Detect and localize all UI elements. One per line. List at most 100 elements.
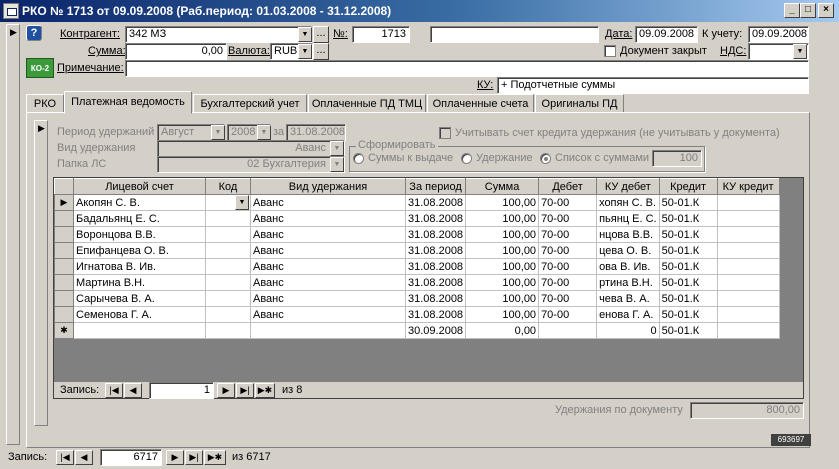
- cell-amount[interactable]: 100,00: [465, 226, 540, 243]
- main-next-record-icon[interactable]: ▶: [166, 450, 184, 465]
- new-record-marker-icon[interactable]: ✱: [54, 322, 74, 339]
- cell-amount[interactable]: 100,00: [465, 210, 540, 227]
- cell-amount[interactable]: 100,00: [465, 274, 540, 291]
- cell-ku-credit[interactable]: [716, 274, 780, 291]
- cell-ku-debit[interactable]: пьянц Е. С.: [596, 210, 660, 227]
- period-year-dropdown-icon[interactable]: ▼: [257, 125, 271, 140]
- maximize-button[interactable]: □: [800, 3, 816, 18]
- cell-code[interactable]: [205, 226, 251, 243]
- main-new-record-icon[interactable]: ▶✱: [204, 450, 226, 465]
- cell-code[interactable]: [205, 210, 251, 227]
- row-selector[interactable]: [54, 274, 74, 291]
- cell-ku-debit[interactable]: енова Г. А.: [596, 306, 660, 323]
- cell-period[interactable]: 31.08.2008: [404, 226, 467, 243]
- table-row[interactable]: Воронцова В.В. Аванс 31.08.2008 100,00 70-00…: [54, 226, 780, 243]
- row-selector[interactable]: ▶: [54, 194, 74, 211]
- cell-amount[interactable]: 100,00: [465, 306, 540, 323]
- help-icon[interactable]: ?: [26, 25, 42, 41]
- cell-ku-debit[interactable]: ова В. Ив.: [596, 258, 660, 275]
- cell-ku-credit[interactable]: [716, 242, 780, 259]
- table-row[interactable]: Сарычева В. А. Аванс 31.08.2008 100,00 70-00…: [54, 290, 780, 307]
- main-first-record-icon[interactable]: |◀: [56, 450, 74, 465]
- radio-uderzhanie[interactable]: [461, 153, 472, 164]
- tab-payment-statement[interactable]: Платежная ведомость: [64, 91, 192, 114]
- cell-period[interactable]: 31.08.2008: [404, 306, 467, 323]
- cell-ku-debit[interactable]: хопян С. В.: [596, 194, 660, 211]
- cell-deduction-type[interactable]: Аванс: [250, 274, 406, 291]
- cell-debit[interactable]: 70-00: [538, 306, 598, 323]
- main-prev-record-icon[interactable]: ◀: [75, 450, 93, 465]
- nomer-field[interactable]: 1713: [352, 26, 410, 43]
- k-uchetu-field[interactable]: 09.09.2008: [748, 26, 809, 43]
- table-row[interactable]: ▶ Акопян С. В. ▼ Аванс 31.08.2008 100,00 70-00…: [54, 194, 780, 211]
- cell-code[interactable]: [205, 274, 251, 291]
- cell-ku-debit[interactable]: ртина В.Н.: [596, 274, 660, 291]
- cell-account[interactable]: [73, 322, 206, 339]
- cell-credit[interactable]: 50-01.К: [658, 242, 718, 259]
- cell-deduction-type[interactable]: [250, 322, 406, 339]
- cell-credit[interactable]: 50-01.К: [658, 258, 718, 275]
- subform-prev-record-icon[interactable]: ◀: [124, 383, 142, 398]
- cell-code[interactable]: [205, 258, 251, 275]
- col-header-amount[interactable]: Сумма: [465, 178, 540, 195]
- radio-spisok[interactable]: [540, 153, 551, 164]
- col-header-account[interactable]: Лицевой счет: [73, 178, 206, 195]
- date-field[interactable]: 09.09.2008: [635, 26, 698, 43]
- tab-paid-invoices[interactable]: Оплаченные счета: [427, 94, 534, 113]
- cell-code[interactable]: [205, 242, 251, 259]
- cell-credit[interactable]: 50-01.К: [658, 322, 718, 339]
- cell-ku-credit[interactable]: [716, 306, 780, 323]
- kontragent-dropdown-icon[interactable]: ▼: [298, 27, 312, 42]
- cell-amount[interactable]: 100,00: [465, 290, 540, 307]
- cell-debit[interactable]: 70-00: [538, 226, 598, 243]
- cell-debit[interactable]: [538, 322, 598, 339]
- new-record-row[interactable]: ✱ 30.09.2008 0,00 0 50-01.К: [54, 322, 780, 339]
- doc-closed-checkbox[interactable]: [604, 45, 616, 57]
- subform-new-record-icon[interactable]: ▶✱: [255, 383, 275, 398]
- papka-dropdown-icon[interactable]: ▼: [330, 157, 344, 172]
- subform-next-record-icon[interactable]: ▶: [217, 383, 235, 398]
- table-row[interactable]: Игнатова В. Ив. Аванс 31.08.2008 100,00 70-0…: [54, 258, 780, 275]
- cell-account[interactable]: Мартина В.Н.: [73, 274, 206, 291]
- cell-debit[interactable]: 70-00: [538, 290, 598, 307]
- primechanie-field[interactable]: [125, 60, 809, 77]
- cell-debit[interactable]: 70-00: [538, 210, 598, 227]
- main-last-record-icon[interactable]: ▶|: [185, 450, 203, 465]
- tab-accounting[interactable]: Бухгалтерский учет: [193, 94, 307, 113]
- total-field[interactable]: 800,00: [690, 402, 804, 419]
- grid-corner[interactable]: [54, 178, 74, 195]
- cell-account[interactable]: Семенова Г. А.: [73, 306, 206, 323]
- cell-credit[interactable]: 50-01.К: [658, 210, 718, 227]
- summa-field[interactable]: 0,00: [125, 43, 227, 60]
- cell-ku-credit[interactable]: [716, 226, 780, 243]
- cell-code[interactable]: [205, 290, 251, 307]
- cell-credit[interactable]: 50-01.К: [658, 226, 718, 243]
- subform-last-record-icon[interactable]: ▶|: [236, 383, 254, 398]
- list-sum-field[interactable]: 100: [652, 150, 702, 167]
- cell-account[interactable]: Игнатова В. Ив.: [73, 258, 206, 275]
- valuta-lookup-button[interactable]: ...: [313, 43, 329, 60]
- close-button[interactable]: ×: [818, 3, 834, 18]
- vid-field[interactable]: Аванс: [157, 140, 345, 157]
- subform-record-number-field[interactable]: 1: [149, 382, 214, 399]
- cell-ku-credit[interactable]: [716, 194, 780, 211]
- cell-account[interactable]: Бадальянц Е. С.: [73, 210, 206, 227]
- subform-first-record-icon[interactable]: |◀: [105, 383, 123, 398]
- cell-period[interactable]: 31.08.2008: [404, 274, 467, 291]
- col-header-credit[interactable]: Кредит: [658, 178, 718, 195]
- row-selector[interactable]: [54, 306, 74, 323]
- cell-credit[interactable]: 50-01.К: [658, 194, 718, 211]
- radio-summy[interactable]: [353, 153, 364, 164]
- table-row[interactable]: Бадальянц Е. С. Аванс 31.08.2008 100,00 70-0…: [54, 210, 780, 227]
- cell-ku-credit[interactable]: [716, 258, 780, 275]
- cell-deduction-type[interactable]: Аванс: [250, 306, 406, 323]
- col-header-ku-credit[interactable]: КУ кредит: [716, 178, 780, 195]
- cell-debit[interactable]: 70-00: [538, 258, 598, 275]
- nds-dropdown-icon[interactable]: ▼: [793, 44, 807, 59]
- code-dropdown-icon[interactable]: ▼: [235, 195, 249, 210]
- form-record-selector[interactable]: ▶: [6, 24, 20, 445]
- subform-record-selector[interactable]: ▶: [34, 120, 48, 426]
- kontragent-field[interactable]: 342 МЗ: [125, 26, 312, 43]
- ku-field[interactable]: + Подотчетные суммы: [497, 77, 809, 94]
- cell-ku-debit[interactable]: чева В. А.: [596, 290, 660, 307]
